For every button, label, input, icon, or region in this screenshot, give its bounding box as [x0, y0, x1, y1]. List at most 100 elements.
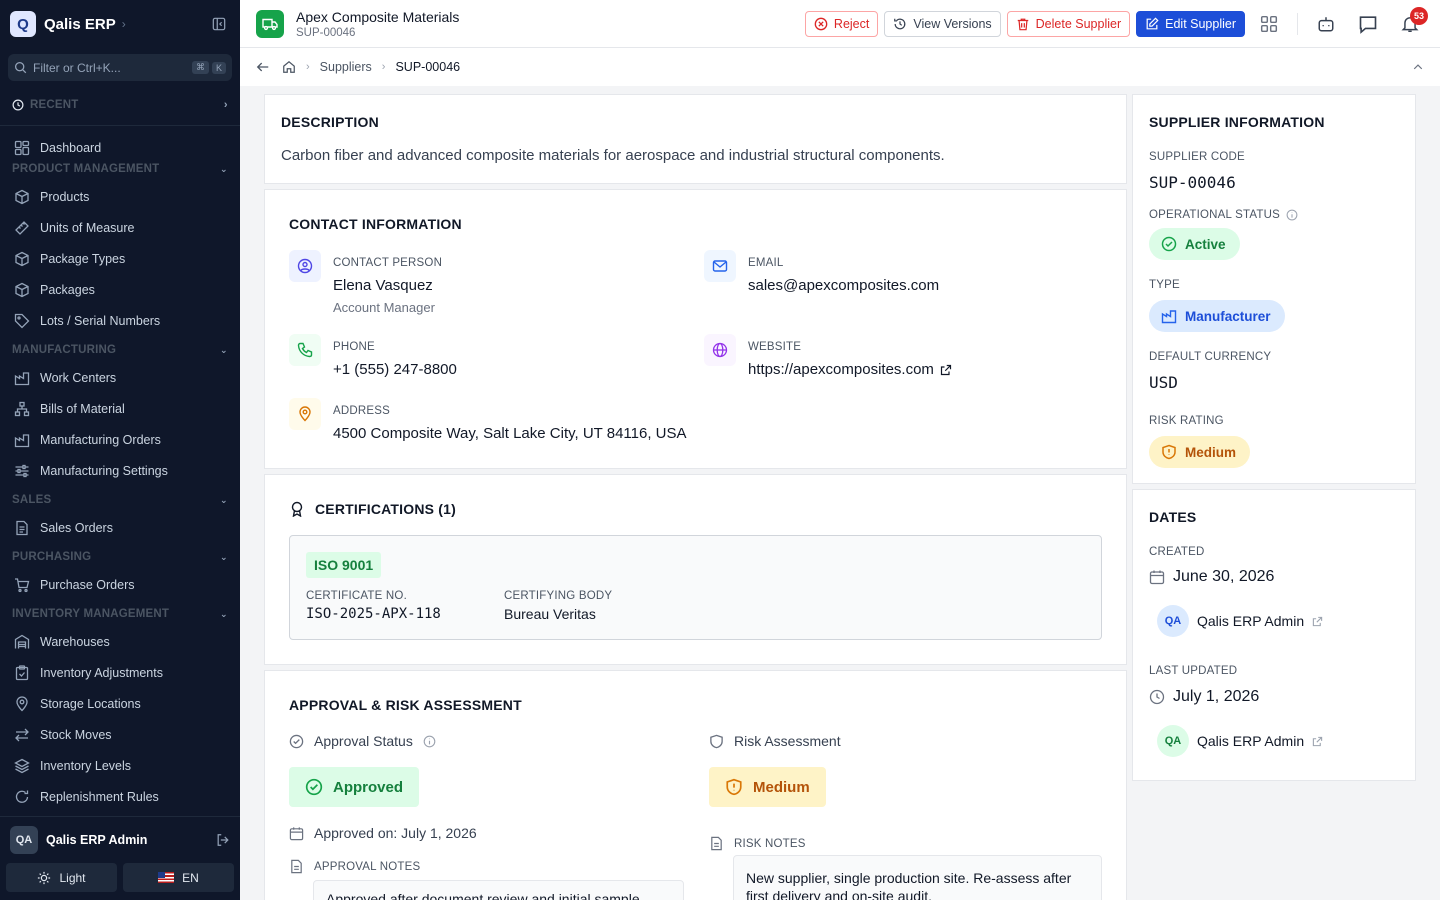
sidebar-item-label: Stock Moves	[40, 727, 112, 742]
sidebar-item-label: Bills of Material	[40, 401, 125, 416]
updated-by-name: Qalis ERP Admin	[1197, 733, 1305, 749]
certifications-card: CERTIFICATIONS (1) ISO 9001 CERTIFICATE …	[264, 474, 1127, 665]
shield-alert-icon	[726, 778, 742, 796]
calendar-icon	[289, 826, 304, 840]
sidebar-item-manufacturing-orders[interactable]: Manufacturing Orders	[0, 424, 240, 455]
sidebar-toggle-icon[interactable]	[212, 17, 226, 31]
box-icon	[15, 282, 29, 297]
sidebar-item-manufacturing-settings[interactable]: Manufacturing Settings	[0, 455, 240, 486]
certifications-header: CERTIFICATIONS (1)	[289, 501, 456, 517]
theme-toggle-button[interactable]: Light	[6, 863, 117, 892]
sidebar-item-label: Inventory Levels	[40, 758, 132, 773]
back-arrow-icon[interactable]	[256, 60, 270, 74]
sidebar-item-warehouses[interactable]: Warehouses	[0, 626, 240, 657]
bot-icon[interactable]	[1312, 10, 1340, 38]
supplier-code-value: SUP-00046	[1149, 173, 1236, 192]
sidebar-item-storage-locations[interactable]: Storage Locations	[0, 688, 240, 719]
button-label: View Versions	[913, 16, 992, 31]
sidebar-item-inventory-levels[interactable]: Inventory Levels	[0, 750, 240, 781]
filter-placeholder: Filter or Ctrl+K...	[33, 60, 121, 75]
chevron-up-icon[interactable]	[1412, 61, 1424, 73]
sidebar-item-label: Dashboard	[40, 140, 102, 155]
sidebar-item-label: Purchase Orders	[40, 577, 135, 592]
created-date: June 30, 2026	[1173, 568, 1275, 585]
approval-status-label: Approval Status	[314, 733, 413, 749]
language-button[interactable]: EN	[123, 863, 234, 892]
check-circle-icon	[1161, 236, 1177, 252]
operational-status-value: Active	[1185, 236, 1226, 252]
info-icon[interactable]	[1286, 209, 1298, 221]
cert-body-value: Bureau Veritas	[504, 606, 596, 622]
email-link[interactable]: sales@apexcomposites.com	[748, 277, 939, 294]
box-icon	[15, 189, 29, 204]
section-label: PURCHASING	[12, 551, 92, 563]
sidebar-item-label: Manufacturing Orders	[40, 432, 161, 447]
contact-card: CONTACT INFORMATION CONTACT PERSON Elena…	[264, 189, 1127, 469]
phone-value[interactable]: +1 (555) 247-8800	[333, 361, 457, 378]
info-icon[interactable]	[423, 735, 436, 748]
approval-heading: APPROVAL & RISK ASSESSMENT	[289, 697, 522, 713]
section-sales[interactable]: SALES ⌄	[0, 488, 240, 512]
sidebar-item-lots-serial-numbers[interactable]: Lots / Serial Numbers	[0, 305, 240, 336]
clock-icon	[1149, 689, 1165, 705]
sidebar-item-purchase-orders[interactable]: Purchase Orders	[0, 569, 240, 600]
type-badge: Manufacturer	[1149, 300, 1285, 332]
sidebar-item-units-of-measure[interactable]: Units of Measure	[0, 212, 240, 243]
sidebar-item-work-centers[interactable]: Work Centers	[0, 362, 240, 393]
created-by-link[interactable]: QA Qalis ERP Admin	[1157, 605, 1323, 637]
app-brand[interactable]: Qalis ERP	[44, 16, 116, 33]
supplier-info-heading: SUPPLIER INFORMATION	[1149, 114, 1325, 130]
dates-card: DATES CREATED June 30, 2026 QA Qalis ERP…	[1132, 489, 1416, 781]
bell-icon[interactable]: 53	[1396, 6, 1428, 38]
shield-alert-icon	[1162, 444, 1176, 460]
section-label: PRODUCT MANAGEMENT	[12, 163, 160, 175]
chevron-right-icon[interactable]: ›	[122, 17, 126, 31]
website-link[interactable]: https://apexcomposites.com	[748, 361, 952, 378]
breadcrumb-suppliers[interactable]: Suppliers	[320, 60, 372, 74]
view-versions-button[interactable]: View Versions	[884, 10, 1001, 37]
sidebar-item-label: Lots / Serial Numbers	[40, 313, 161, 328]
sidebar-item-replenishment-rules[interactable]: Replenishment Rules	[0, 781, 240, 812]
section-label: SALES	[12, 494, 52, 506]
contact-person-value: Elena Vasquez	[333, 277, 433, 294]
updated-date: July 1, 2026	[1173, 688, 1260, 705]
approval-status-value: Approved	[333, 778, 404, 796]
risk-assessment-row: Risk Assessment	[709, 733, 841, 749]
section-manufacturing[interactable]: MANUFACTURING ⌄	[0, 338, 240, 362]
updated-date-row: July 1, 2026	[1149, 688, 1259, 706]
clipboard-check-icon	[15, 664, 29, 680]
kbd-k: K	[211, 61, 226, 74]
home-icon[interactable]	[282, 60, 296, 74]
sidebar-item-label: Inventory Adjustments	[40, 665, 163, 680]
sidebar-item-products[interactable]: Products	[0, 181, 240, 212]
reject-button[interactable]: Reject	[804, 10, 879, 37]
sidebar-item-packages[interactable]: Packages	[0, 274, 240, 305]
delete-supplier-button[interactable]: Delete Supplier	[1006, 10, 1131, 37]
address-value: 4500 Composite Way, Salt Lake City, UT 8…	[333, 425, 687, 442]
top-bar: Apex Composite Materials SUP-00046 Rejec…	[240, 0, 1440, 48]
logout-icon[interactable]	[216, 833, 230, 847]
section-purchasing[interactable]: PURCHASING ⌄	[0, 545, 240, 569]
header-actions: Reject View Versions Delete Supplier Edi…	[804, 6, 1428, 38]
section-inventory-management[interactable]: INVENTORY MANAGEMENT ⌄	[0, 602, 240, 626]
user-name: Qalis ERP Admin	[46, 833, 148, 847]
edit-supplier-button[interactable]: Edit Supplier	[1136, 10, 1245, 37]
sidebar-item-sales-orders[interactable]: Sales Orders	[0, 512, 240, 543]
section-product-management[interactable]: PRODUCT MANAGEMENT ⌄	[0, 157, 240, 181]
page-title-block: Apex Composite Materials SUP-00046	[296, 9, 459, 39]
chat-icon[interactable]	[1354, 10, 1382, 38]
user-profile[interactable]: QA Qalis ERP Admin	[0, 817, 240, 863]
sidebar-item-bills-of-material[interactable]: Bills of Material	[0, 393, 240, 424]
globe-icon	[704, 334, 736, 366]
search-icon	[14, 61, 27, 74]
user-circle-icon	[289, 250, 321, 282]
sidebar-item-stock-moves[interactable]: Stock Moves	[0, 719, 240, 750]
sidebar-item-package-types[interactable]: Package Types	[0, 243, 240, 274]
grid-icon[interactable]	[1255, 10, 1283, 38]
recent-toggle[interactable]: RECENT ›	[0, 93, 240, 117]
updated-by-link[interactable]: QA Qalis ERP Admin	[1157, 725, 1323, 757]
phone-label: PHONE	[333, 341, 375, 353]
risk-rating-badge: Medium	[1149, 436, 1251, 468]
sidebar-filter-input[interactable]: Filter or Ctrl+K... ⌘ K	[8, 54, 232, 81]
sidebar-item-inventory-adjustments[interactable]: Inventory Adjustments	[0, 657, 240, 688]
